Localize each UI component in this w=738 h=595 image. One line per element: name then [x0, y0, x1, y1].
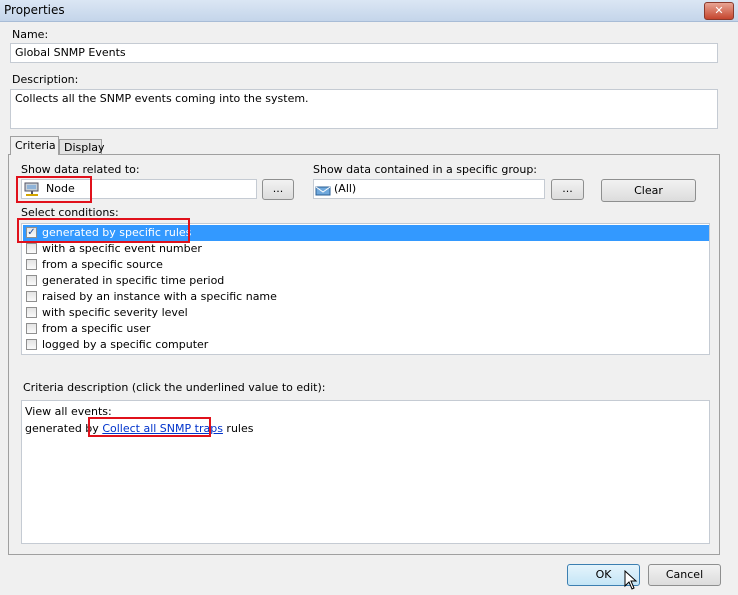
description-label: Description:	[12, 73, 79, 86]
mouse-cursor-icon	[624, 569, 638, 590]
window-title: Properties	[4, 3, 65, 17]
description-input[interactable]: Collects all the SNMP events coming into…	[10, 89, 718, 129]
condition-item[interactable]: logged by a specific computer	[23, 337, 709, 353]
checkbox[interactable]	[26, 275, 37, 286]
node-highlight	[16, 176, 92, 203]
condition-item[interactable]: from a specific user	[23, 321, 709, 337]
condition-item[interactable]: with a specific event number	[23, 241, 709, 257]
description-suffix: rules	[222, 422, 254, 435]
group-label: Show data contained in a specific group:	[313, 163, 538, 176]
condition-item[interactable]: raised by an instance with a specific na…	[23, 289, 709, 305]
name-label: Name:	[12, 28, 49, 41]
checkbox[interactable]	[26, 339, 37, 350]
checkbox[interactable]	[26, 323, 37, 334]
group-input[interactable]: (All)	[313, 179, 545, 199]
condition-label: from a specific source	[42, 258, 163, 271]
group-value: (All)	[334, 182, 357, 195]
checkbox[interactable]	[26, 243, 37, 254]
condition-item[interactable]: generated in specific time period	[23, 273, 709, 289]
tab-display[interactable]: Display	[59, 139, 105, 154]
tab-criteria[interactable]: Criteria	[10, 136, 59, 155]
condition-item[interactable]: from a specific source	[23, 257, 709, 273]
name-input[interactable]: Global SNMP Events	[10, 43, 718, 63]
checkbox[interactable]	[26, 291, 37, 302]
group-envelope-icon	[315, 184, 331, 196]
related-browse-button[interactable]: ...	[262, 179, 294, 200]
criteria-description-label: Criteria description (click the underlin…	[23, 381, 326, 394]
title-bar	[0, 0, 738, 22]
clear-button[interactable]: Clear	[601, 179, 696, 202]
related-label: Show data related to:	[21, 163, 140, 176]
close-icon[interactable]: ✕	[704, 2, 734, 20]
condition-item[interactable]: with specific severity level	[23, 305, 709, 321]
group-browse-button[interactable]: ...	[551, 179, 584, 200]
condition-label: raised by an instance with a specific na…	[42, 290, 277, 303]
condition-label: from a specific user	[42, 322, 151, 335]
rule-highlight	[17, 218, 190, 243]
checkbox[interactable]	[26, 259, 37, 270]
cancel-button[interactable]: Cancel	[648, 564, 721, 586]
link-highlight	[88, 417, 211, 437]
checkbox[interactable]	[26, 307, 37, 318]
condition-label: with specific severity level	[42, 306, 188, 319]
condition-label: logged by a specific computer	[42, 338, 209, 351]
condition-label: generated in specific time period	[42, 274, 225, 287]
condition-label: with a specific event number	[42, 242, 202, 255]
